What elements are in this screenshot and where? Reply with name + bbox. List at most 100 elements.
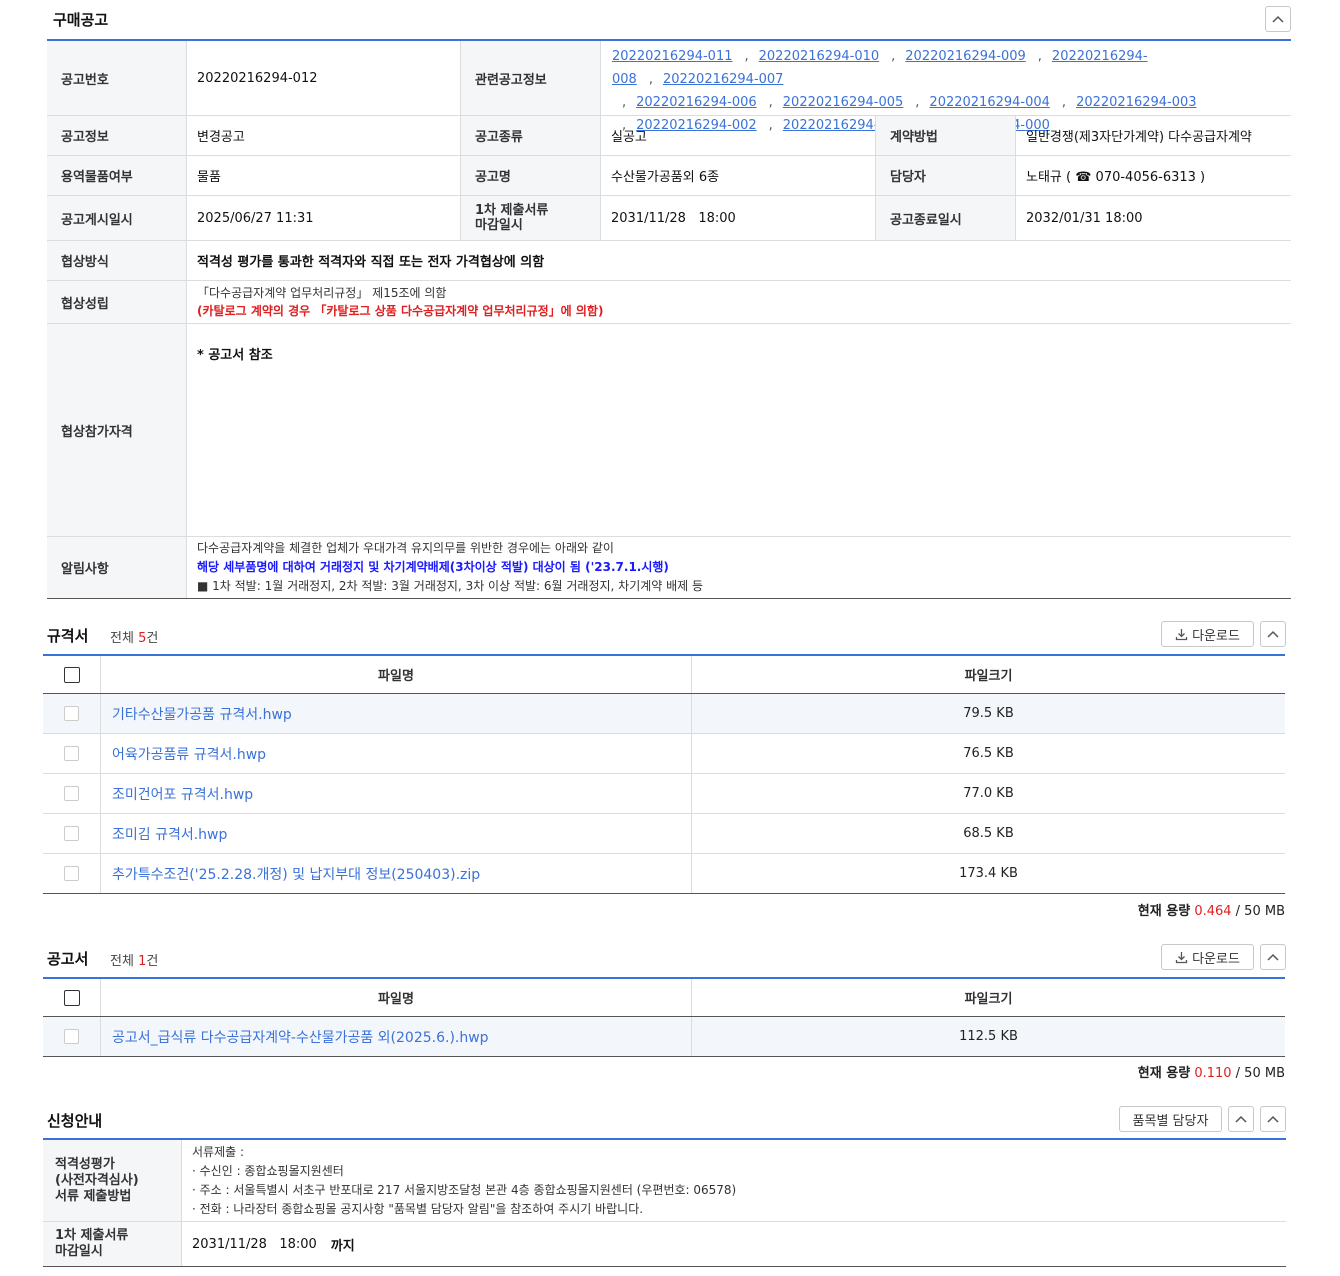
end-date-value: 2032/01/31 18:00 — [1026, 210, 1143, 226]
apply-info-table: 적격성평가 (사전자격심사) 서류 제출방법 서류제출 : · 수신인 : 종합… — [43, 1138, 1286, 1267]
spec-col-name: 파일명 — [101, 656, 692, 693]
related-link[interactable]: 20220216294-004 — [929, 95, 1050, 110]
doc-usage-value: 0.110 — [1194, 1066, 1232, 1081]
row-checkbox[interactable] — [64, 1029, 79, 1044]
file-name-link[interactable]: 기타수산물가공품 규격서.hwp — [112, 704, 292, 724]
doc-count-prefix: 전체 — [110, 954, 139, 969]
related-link[interactable]: 20220216294-006 — [636, 95, 757, 110]
related-link[interactable]: 20220216294-009 — [905, 49, 1026, 64]
spec-select-all-cell — [43, 656, 101, 693]
table-row: 추가특수조건('25.2.28.개정) 및 납지부대 정보(250403).zi… — [43, 854, 1285, 894]
row-checkbox[interactable] — [64, 786, 79, 801]
spec-usage: 현재 용량 0.464 / 50 MB — [1138, 900, 1285, 919]
submit-line-2: · 수신인 : 종합쇼핑몰지원센터 — [192, 1163, 344, 1178]
negotiation-establish-label: 협상성립 — [47, 281, 187, 323]
doc-count: 전체 1건 — [110, 950, 158, 969]
apply-deadline-label-2: 마감일시 — [55, 1244, 103, 1259]
notice-info-value: 변경공고 — [187, 116, 461, 155]
negotiation-method-value: 적격성 평가를 통과한 적격자와 직접 또는 전자 가격협상에 의함 — [197, 255, 545, 270]
row-checkbox[interactable] — [64, 826, 79, 841]
spec-file-table: 파일명 파일크기 기타수산물가공품 규격서.hwp 79.5 KB 어육가공품류… — [43, 654, 1285, 894]
spec-download-button[interactable]: 다운로드 — [1161, 621, 1254, 647]
related-link[interactable]: 20220216294-003 — [1076, 95, 1197, 110]
related-link[interactable]: 20220216294-005 — [783, 95, 904, 110]
file-name-link[interactable]: 조미김 규격서.hwp — [112, 824, 227, 844]
submit-line-1: 서류제출 : — [192, 1144, 245, 1159]
table-row: 기타수산물가공품 규격서.hwp 79.5 KB — [43, 694, 1285, 734]
related-notice-links: 20220216294-011, 20220216294-010, 20220216… — [612, 49, 1197, 133]
row-checkbox[interactable] — [64, 746, 79, 761]
submit-line-4: · 전화 : 나라장터 종합쇼핑몰 공지사항 "품목별 담당자 알림"을 참조하… — [192, 1201, 644, 1216]
spec-count-prefix: 전체 — [110, 631, 139, 646]
collapse-apply-button-2[interactable] — [1260, 1106, 1286, 1132]
qualification-value: * 공고서 참조 — [197, 348, 273, 363]
spec-download-label: 다운로드 — [1192, 628, 1240, 644]
chevron-up-icon — [1272, 15, 1284, 23]
first-deadline-label-line1: 1차 제출서류 — [475, 203, 549, 218]
notice-name-value: 수산물가공품외 6종 — [601, 156, 876, 195]
row-checkbox[interactable] — [64, 706, 79, 721]
apply-deadline-datetime: 2031/11/28 18:00 — [192, 1236, 317, 1252]
spec-count-suffix: 건 — [146, 631, 159, 646]
apply-deadline-label: 1차 제출서류 마감일시 — [43, 1222, 182, 1266]
posted-date-value: 2025/06/27 11:31 — [187, 196, 461, 240]
first-deadline-label-line2: 마감일시 — [475, 218, 523, 233]
collapse-notice-button[interactable] — [1265, 6, 1291, 32]
apply-deadline-suffix: 까지 — [330, 1238, 355, 1254]
notice-no-label: 공고번호 — [47, 41, 187, 115]
manager-value: 노태규 ( ☎ 070-4056-6313 ) — [1026, 170, 1206, 185]
spec-usage-label: 현재 용량 — [1137, 904, 1191, 919]
table-row: 조미김 규격서.hwp 68.5 KB — [43, 814, 1285, 854]
doc-select-all-cell — [43, 979, 101, 1016]
notification-line-3: ■ 1차 적발: 1월 거래정지, 2차 적발: 3월 거래정지, 3차 이상 … — [197, 579, 704, 593]
chevron-up-icon — [1235, 1115, 1247, 1123]
submit-method-label-2: (사전자격심사) — [55, 1172, 139, 1188]
notice-kind-label: 공고종류 — [461, 116, 601, 155]
first-deadline-label: 1차 제출서류 마감일시 — [461, 196, 601, 240]
submit-method-label: 적격성평가 (사전자격심사) 서류 제출방법 — [43, 1140, 182, 1221]
notice-name-label: 공고명 — [461, 156, 601, 195]
download-icon — [1175, 951, 1188, 963]
table-row: 공고서_급식류 다수공급자계약-수산물가공품 외(2025.6.).hwp 11… — [43, 1017, 1285, 1057]
related-link[interactable]: 20220216294-010 — [759, 49, 880, 64]
notice-info-label: 공고정보 — [47, 116, 187, 155]
notification-line-1: 다수공급자계약을 체결한 업체가 우대가격 유지의무를 위반한 경우에는 아래와… — [197, 541, 614, 555]
doc-usage-label: 현재 용량 — [1137, 1066, 1191, 1081]
doc-download-button[interactable]: 다운로드 — [1161, 944, 1254, 970]
qualification-label: 협상참가자격 — [47, 324, 187, 536]
collapse-apply-button-1[interactable] — [1228, 1106, 1254, 1132]
chevron-up-icon — [1267, 1115, 1279, 1123]
establish-line-1: 「다수공급자계약 업무처리규정」 제15조에 의함 — [197, 286, 447, 300]
spec-select-all-checkbox[interactable] — [63, 666, 80, 683]
spec-col-size: 파일크기 — [964, 669, 1013, 684]
file-name-link[interactable]: 추가특수조건('25.2.28.개정) 및 납지부대 정보(250403).zi… — [112, 864, 480, 884]
negotiation-establish-value: 「다수공급자계약 업무처리규정」 제15조에 의함 (카탈로그 계약의 경우 「… — [187, 281, 1291, 323]
doc-col-name: 파일명 — [101, 979, 692, 1016]
submit-method-label-1: 적격성평가 — [55, 1156, 115, 1172]
doc-select-all-checkbox[interactable] — [63, 989, 80, 1006]
related-link[interactable]: 20220216294-007 — [663, 72, 784, 87]
collapse-spec-button[interactable] — [1260, 621, 1286, 647]
doc-download-label: 다운로드 — [1192, 951, 1240, 967]
row-checkbox[interactable] — [64, 866, 79, 881]
item-manager-button[interactable]: 품목별 담당자 — [1119, 1106, 1222, 1132]
end-date-label: 공고종료일시 — [876, 196, 1016, 240]
file-name-link[interactable]: 공고서_급식류 다수공급자계약-수산물가공품 외(2025.6.).hwp — [112, 1027, 489, 1047]
file-size: 173.4 KB — [959, 866, 1018, 881]
spec-count: 전체 5건 — [110, 627, 158, 646]
file-size: 112.5 KB — [959, 1029, 1018, 1044]
spec-usage-value: 0.464 — [1194, 904, 1232, 919]
file-size: 79.5 KB — [963, 706, 1014, 721]
download-icon — [1175, 628, 1188, 640]
notice-info-table: 공고번호 20220216294-012 관련공고정보 20220216294-… — [47, 39, 1291, 599]
related-link[interactable]: 20220216294-011 — [612, 49, 733, 64]
related-notice-label: 관련공고정보 — [461, 41, 601, 115]
collapse-doc-button[interactable] — [1260, 944, 1286, 970]
file-name-link[interactable]: 조미건어포 규격서.hwp — [112, 784, 253, 804]
file-size: 68.5 KB — [963, 826, 1014, 841]
file-name-link[interactable]: 어육가공품류 규격서.hwp — [112, 744, 266, 764]
notification-value: 다수공급자계약을 체결한 업체가 우대가격 유지의무를 위반한 경우에는 아래와… — [187, 537, 1291, 598]
chevron-up-icon — [1267, 630, 1279, 638]
apply-deadline-value: 2031/11/28 18:00 까지 — [182, 1222, 1286, 1266]
table-row: 어육가공품류 규격서.hwp 76.5 KB — [43, 734, 1285, 774]
